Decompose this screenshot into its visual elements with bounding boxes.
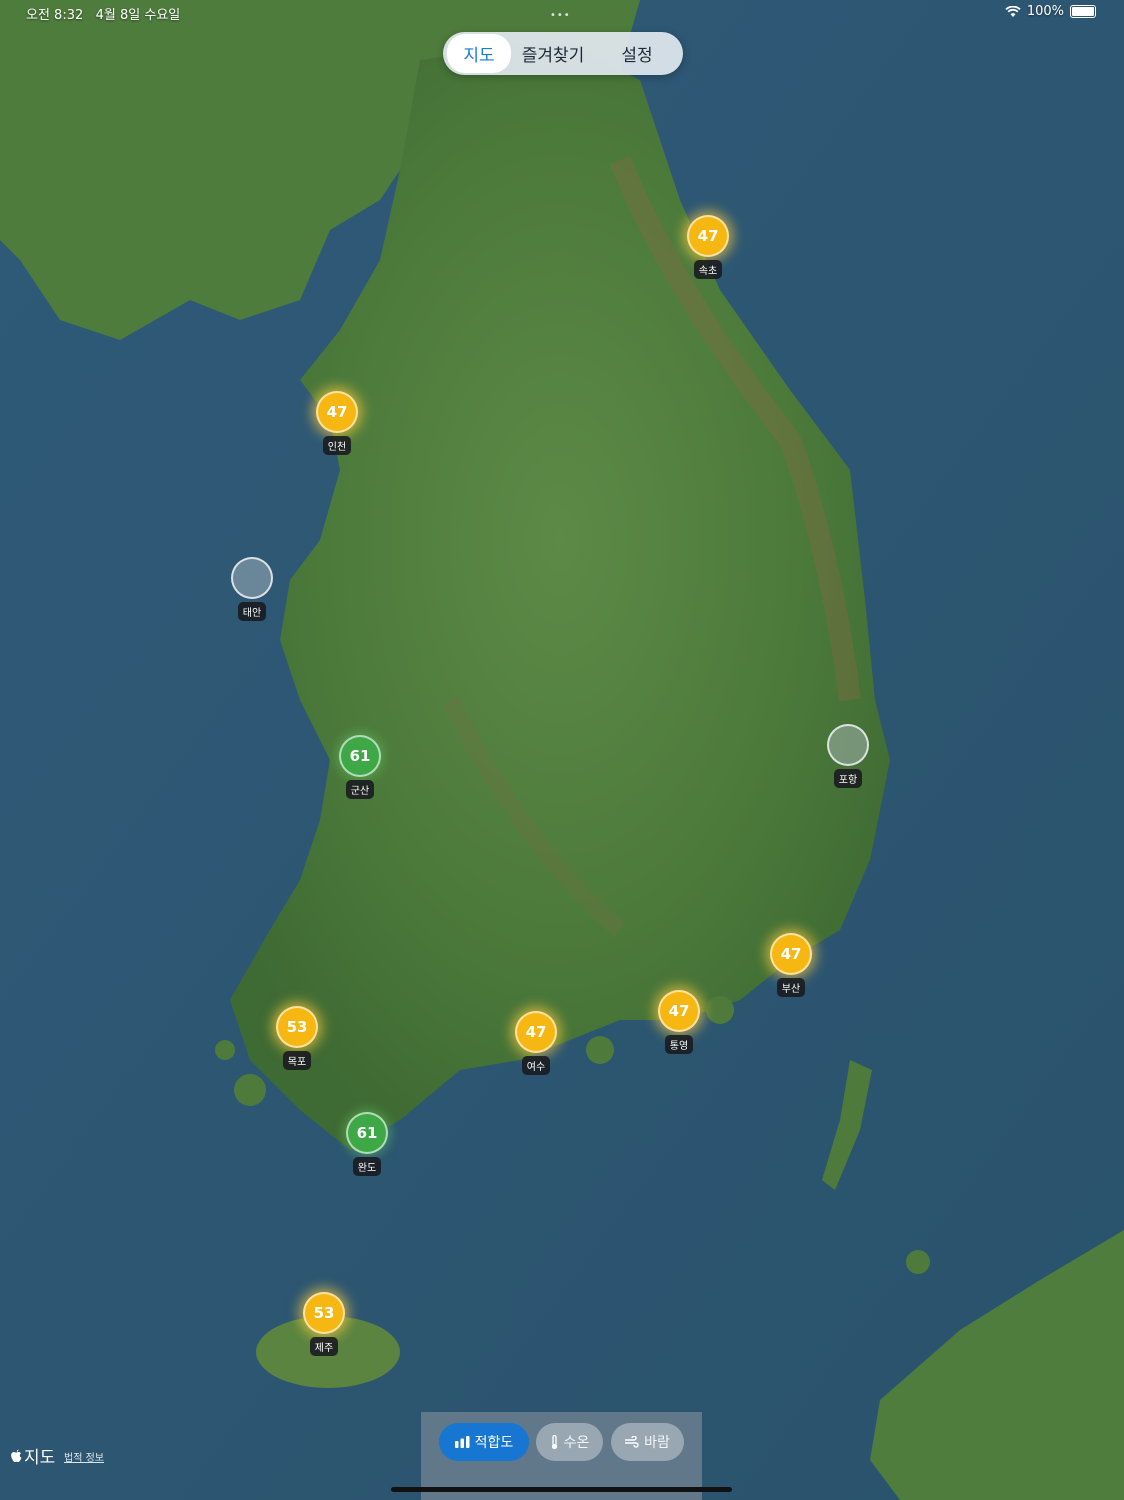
marker-tongyeong[interactable]: 47 통영 [639,990,719,1054]
tab-favorites[interactable]: 즐겨찾기 [511,34,595,73]
wind-label: 바람 [644,1435,670,1451]
legal-info-link[interactable]: 법적 정보 [64,1449,104,1464]
marker-busan[interactable]: 47 부산 [751,933,831,997]
marker-score: 61 [346,1112,388,1154]
status-date: 4월 8일 수요일 [95,8,181,23]
water-temp-button[interactable]: 수온 [536,1423,603,1461]
status-bar-datetime: 오전 8:32 4월 8일 수요일 [26,4,180,23]
marker-label: 부산 [776,978,806,997]
marker-score: 53 [276,1006,318,1048]
home-indicator[interactable] [391,1487,732,1492]
marker-wando[interactable]: 61 완도 [327,1112,407,1176]
marker-jeju[interactable]: 53 제주 [284,1292,364,1356]
apple-logo-icon [11,1449,22,1462]
status-time: 오전 8:32 [26,8,84,23]
marker-score [827,724,869,766]
wind-icon [625,1436,639,1448]
marker-label: 인천 [322,436,352,455]
suitability-label: 적합도 [474,1435,514,1451]
wifi-icon [1005,5,1021,17]
marker-mokpo[interactable]: 53 목포 [257,1006,337,1070]
marker-label: 태안 [237,602,267,621]
battery-percent: 100% [1026,4,1064,19]
marker-label: 여수 [521,1056,551,1075]
maps-logo-text: 지도 [24,1448,56,1468]
marker-score: 47 [770,933,812,975]
bar-chart-icon [454,1436,470,1448]
tab-map[interactable]: 지도 [447,34,511,73]
marker-score: 47 [687,215,729,257]
marker-label: 통영 [664,1035,694,1054]
thermometer-icon [551,1434,557,1449]
marker-gunsan[interactable]: 61 군산 [320,735,400,799]
marker-incheon[interactable]: 47 인천 [297,391,377,455]
suitability-button[interactable]: 적합도 [439,1423,529,1461]
satellite-map[interactable] [0,0,1124,1500]
top-segmented-control: 지도 즐겨찾기 설정 [443,32,683,75]
battery-icon [1070,5,1096,18]
tab-settings[interactable]: 설정 [595,34,679,73]
marker-label: 속초 [693,260,723,279]
marker-score: 47 [658,990,700,1032]
marker-score: 61 [339,735,381,777]
marker-sokcho[interactable]: 47 속초 [668,215,748,279]
marker-taean[interactable]: 태안 [212,557,292,621]
marker-label: 군산 [345,780,375,799]
maps-logo: 지도 [10,1443,55,1468]
marker-yeosu[interactable]: 47 여수 [496,1011,576,1075]
marker-score: 47 [515,1011,557,1053]
marker-label: 제주 [309,1337,339,1356]
wind-button[interactable]: 바람 [611,1423,684,1461]
marker-label: 포항 [833,769,863,788]
status-bar-right: 100% [1005,4,1096,19]
water-temp-label: 수온 [563,1435,590,1451]
marker-label: 완도 [352,1157,382,1176]
marker-pohang[interactable]: 포항 [808,724,888,788]
multitasking-dots-icon[interactable]: ••• [550,10,571,21]
marker-label: 목포 [282,1051,312,1070]
marker-score: 47 [316,391,358,433]
marker-score [231,557,273,599]
marker-score: 53 [303,1292,345,1334]
